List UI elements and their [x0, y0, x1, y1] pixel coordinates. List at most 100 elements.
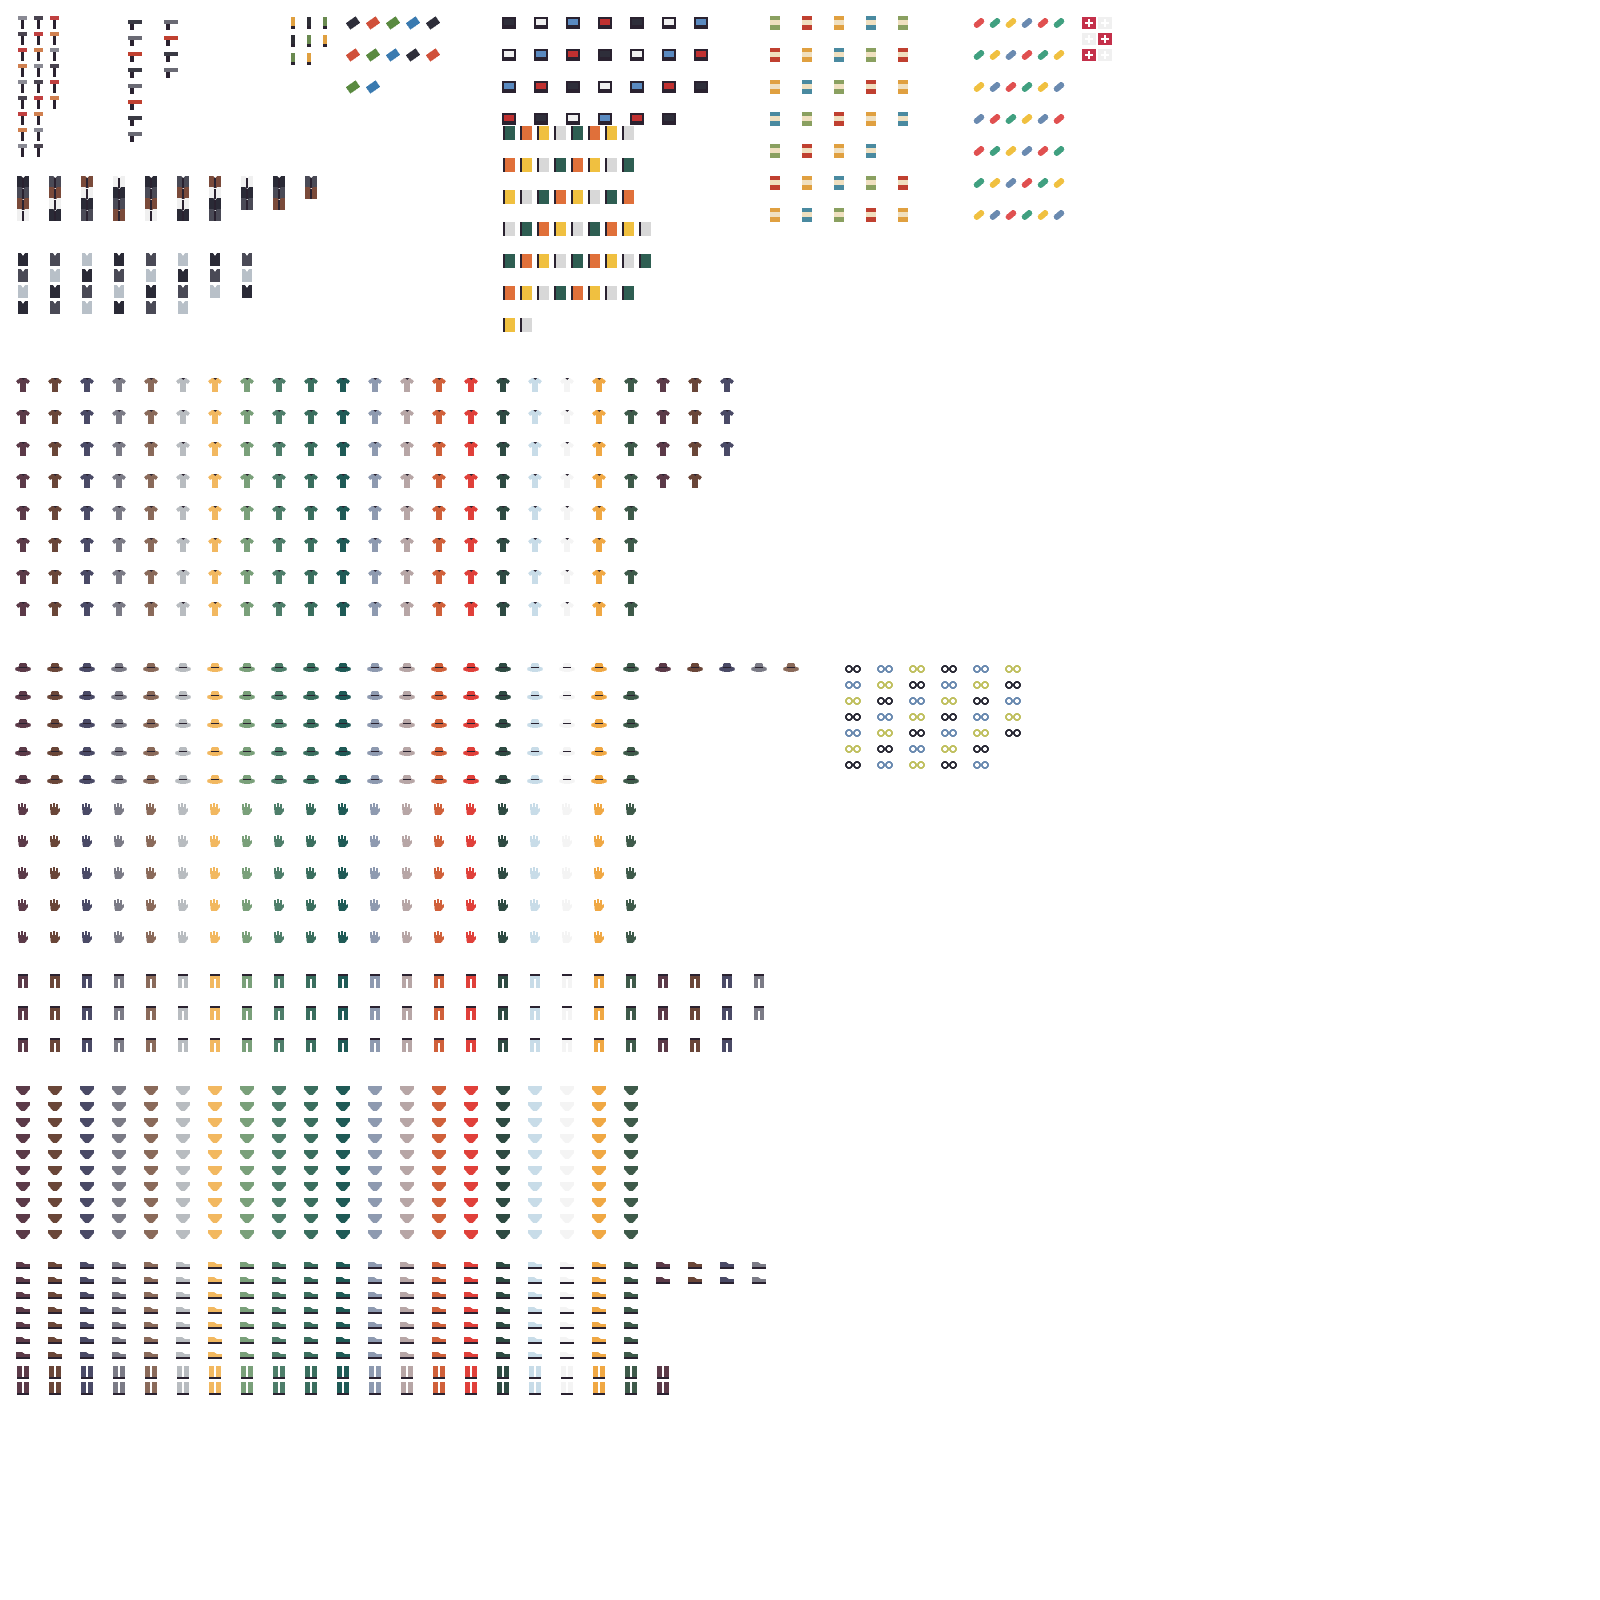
glove-icon [622, 832, 640, 850]
hat-icon [462, 658, 480, 676]
pants-icon [46, 1004, 64, 1022]
hat-icon [142, 714, 160, 732]
pants-icon [270, 972, 288, 990]
shirt-icon [206, 600, 224, 618]
book-icon [534, 124, 552, 142]
vest-icon [14, 298, 32, 316]
glove-icon [622, 864, 640, 882]
shoe-icon [302, 1344, 320, 1362]
glove-icon [174, 832, 192, 850]
pants-icon [46, 972, 64, 990]
shirt-icon [302, 472, 320, 490]
shirt-icon [558, 408, 576, 426]
glove-icon [206, 800, 224, 818]
book-icon [517, 284, 535, 302]
glove-icon [270, 928, 288, 946]
can-icon [798, 206, 816, 224]
shirt-icon [78, 536, 96, 554]
glove-icon [142, 800, 160, 818]
pants-icon [590, 972, 608, 990]
hat-icon [430, 686, 448, 704]
glove-icon [334, 800, 352, 818]
shirt-icon [366, 504, 384, 522]
hat-icon [206, 742, 224, 760]
pants-icon [206, 1004, 224, 1022]
book-icon [500, 316, 518, 334]
can-icon [798, 78, 816, 96]
sock-icon [174, 1380, 192, 1398]
sock-icon [398, 1380, 416, 1398]
jacket-icon [174, 205, 192, 223]
hat-icon [270, 742, 288, 760]
sock-icon [654, 1380, 672, 1398]
shirt-icon [430, 536, 448, 554]
glove-icon [398, 896, 416, 914]
book-icon [551, 124, 569, 142]
shirt-icon [302, 600, 320, 618]
hat-icon [750, 658, 768, 676]
glove-icon [206, 832, 224, 850]
sock-icon [366, 1380, 384, 1398]
shirt-icon [14, 376, 32, 394]
glove-icon [174, 928, 192, 946]
shirt-icon [398, 408, 416, 426]
pants-icon [270, 1036, 288, 1054]
shirt-icon [78, 408, 96, 426]
sock-icon [430, 1380, 448, 1398]
shirt-icon [206, 536, 224, 554]
glasses-icon [876, 756, 894, 774]
hat-icon [526, 742, 544, 760]
hat-icon [494, 742, 512, 760]
glove-icon [270, 864, 288, 882]
glove-icon [110, 864, 128, 882]
can-icon [894, 206, 912, 224]
sock-icon [14, 1380, 32, 1398]
shirt-icon [270, 504, 288, 522]
jacket-icon [302, 183, 320, 201]
pants-icon [398, 1004, 416, 1022]
shirt-icon [686, 408, 704, 426]
book-icon [568, 220, 586, 238]
glove-icon [270, 800, 288, 818]
pants-icon [590, 1036, 608, 1054]
glove-icon [462, 832, 480, 850]
hat-icon [142, 742, 160, 760]
glasses-icon [908, 756, 926, 774]
shirt-icon [590, 600, 608, 618]
shirt-icon [270, 568, 288, 586]
device-icon [564, 46, 582, 64]
tool-icon [46, 94, 64, 112]
device-icon [660, 46, 678, 64]
book-icon [602, 156, 620, 174]
pants-icon [238, 972, 256, 990]
shirt-icon [622, 600, 640, 618]
can-icon [766, 142, 784, 160]
sock-icon [622, 1380, 640, 1398]
pants-icon [14, 972, 32, 990]
hat-icon [558, 714, 576, 732]
can-icon [830, 46, 848, 64]
book-icon [551, 220, 569, 238]
shirt-icon [110, 536, 128, 554]
pill-icon [1050, 14, 1068, 32]
shirt-icon [302, 568, 320, 586]
jacket-icon [206, 205, 224, 223]
hat-icon [782, 658, 800, 676]
battery-icon [404, 14, 422, 32]
pants-icon [654, 1004, 672, 1022]
device-icon [564, 78, 582, 96]
shirt-icon [654, 376, 672, 394]
underwear-icon [366, 1226, 384, 1244]
device-icon [500, 46, 518, 64]
pants-icon [78, 1036, 96, 1054]
glove-icon [430, 832, 448, 850]
hat-icon [174, 742, 192, 760]
pants-icon [718, 972, 736, 990]
device-icon [628, 14, 646, 32]
book-icon [517, 156, 535, 174]
shirt-icon [366, 376, 384, 394]
shirt-icon [174, 472, 192, 490]
shirt-icon [558, 376, 576, 394]
shirt-icon [430, 376, 448, 394]
glove-icon [526, 928, 544, 946]
